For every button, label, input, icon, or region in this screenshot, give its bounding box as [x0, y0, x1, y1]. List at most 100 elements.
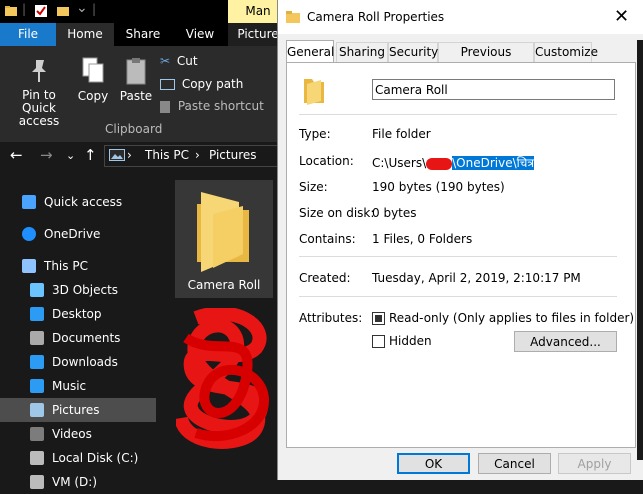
dialog-titlebar: Camera Roll Properties ✕: [278, 0, 643, 34]
tab-previous-versions[interactable]: Previous Versions: [438, 42, 534, 78]
cloud-icon: [22, 227, 36, 241]
breadcrumb-separator-icon: ›: [127, 148, 132, 162]
readonly-label[interactable]: Read-only (Only applies to files in fold…: [389, 311, 634, 325]
nav-item-label: OneDrive: [44, 227, 101, 241]
location-value[interactable]: C:\Users\ \OneDrive\चित्र: [372, 154, 534, 171]
music-note-icon: [30, 379, 44, 393]
scissors-icon: ✂: [160, 54, 171, 68]
copy-path-label: Copy path: [181, 77, 244, 91]
nav-item-onedrive[interactable]: OneDrive: [0, 222, 156, 246]
nav-item-pictures[interactable]: Pictures: [0, 398, 156, 422]
nav-item-label: Quick access: [44, 195, 123, 209]
navigation-pane: Quick access OneDrive This PC 3D Objects Des…: [0, 180, 156, 489]
up-arrow-icon[interactable]: ↑: [84, 146, 97, 164]
nav-item-this-pc[interactable]: This PC: [0, 254, 156, 278]
forward-arrow-icon[interactable]: →: [40, 146, 53, 164]
tab-security[interactable]: Security: [388, 42, 438, 62]
advanced-button[interactable]: Advanced...: [514, 331, 617, 352]
readonly-checkbox[interactable]: [372, 312, 385, 325]
nav-item-documents[interactable]: Documents: [0, 326, 156, 350]
close-icon[interactable]: ✕: [614, 6, 629, 27]
size-on-disk-value: 0 bytes: [372, 206, 417, 220]
general-panel: Camera Roll Type: File folder Location: …: [286, 62, 636, 448]
nav-item-label: Pictures: [52, 403, 100, 417]
type-value: File folder: [372, 127, 431, 141]
new-folder-icon[interactable]: [56, 4, 70, 18]
location-prefix: C:\Users\: [372, 156, 427, 170]
pictures-location-icon: [109, 149, 125, 161]
copy-path-icon: [160, 79, 175, 90]
nav-item-quick-access[interactable]: Quick access: [0, 190, 156, 214]
folder-icon: [5, 6, 17, 16]
film-icon: [30, 427, 44, 441]
pin-to-quick-access-button[interactable]: Pin to Quick access: [4, 58, 74, 128]
size-on-disk-label: Size on disk:: [299, 206, 375, 220]
nav-item-downloads[interactable]: Downloads: [0, 350, 156, 374]
copy-icon: [82, 57, 104, 83]
nav-item-videos[interactable]: Videos: [0, 422, 156, 446]
redaction-mark: [426, 157, 453, 170]
customize-toolbar-chevron-icon[interactable]: ⌄: [76, 0, 88, 16]
contains-label: Contains:: [299, 232, 356, 246]
cancel-button[interactable]: Cancel: [478, 453, 551, 474]
nav-item-label: Music: [52, 379, 87, 393]
pictures-icon: [30, 403, 44, 417]
paste-button[interactable]: Paste: [118, 56, 154, 103]
titlebar-divider: |: [92, 2, 97, 16]
pin-label: Pin to Quick access: [18, 88, 60, 128]
tab-share[interactable]: Share: [114, 23, 172, 46]
location-selected-text: \OneDrive\चित्र: [452, 156, 534, 170]
nav-item-label: VM (D:): [52, 475, 98, 489]
nav-item-label: Local Disk (C:): [52, 451, 139, 465]
nav-item-music[interactable]: Music: [0, 374, 156, 398]
nav-item-label: 3D Objects: [52, 283, 119, 297]
paste-shortcut-button[interactable]: Paste shortcut: [160, 99, 264, 113]
nav-item-label: Desktop: [52, 307, 102, 321]
address-input[interactable]: › This PC › Pictures: [104, 145, 286, 167]
tab-sharing[interactable]: Sharing: [336, 42, 388, 62]
copy-path-button[interactable]: Copy path: [160, 77, 243, 91]
attributes-label: Attributes:: [299, 311, 363, 325]
nav-item-vm-d[interactable]: VM (D:): [0, 470, 156, 494]
breadcrumb-separator-icon: ›: [195, 148, 200, 162]
folder-icon: [304, 79, 324, 105]
nav-item-desktop[interactable]: Desktop: [0, 302, 156, 326]
clipboard-group-label: Clipboard: [105, 122, 163, 136]
computer-icon: [22, 259, 36, 273]
created-label: Created:: [299, 271, 351, 285]
breadcrumb-pictures[interactable]: Pictures: [209, 148, 257, 162]
copy-button[interactable]: Copy: [76, 56, 110, 103]
separator: [299, 256, 617, 257]
folder-icon: [286, 11, 300, 23]
tab-general[interactable]: General: [286, 40, 334, 63]
nav-item-3d-objects[interactable]: 3D Objects: [0, 278, 156, 302]
tab-customize[interactable]: Customize: [534, 42, 598, 62]
tab-view[interactable]: View: [172, 23, 228, 46]
navigation-scrollbar[interactable]: [156, 180, 164, 480]
properties-check-icon[interactable]: [34, 4, 48, 18]
copy-label: Copy: [77, 89, 109, 103]
tab-home[interactable]: Home: [56, 23, 114, 46]
back-arrow-icon[interactable]: ←: [10, 146, 23, 164]
nav-item-local-disk-c[interactable]: Local Disk (C:): [0, 446, 156, 470]
breadcrumb-this-pc[interactable]: This PC: [145, 148, 189, 162]
indeterminate-mark: [375, 315, 382, 322]
recent-locations-chevron-icon[interactable]: ⌄: [66, 149, 75, 162]
folder-name-input[interactable]: Camera Roll: [372, 79, 615, 100]
redaction-scribble: [176, 308, 269, 449]
apply-button[interactable]: Apply: [558, 453, 631, 474]
cut-button[interactable]: ✂ Cut: [160, 54, 198, 68]
size-value: 190 bytes (190 bytes): [372, 180, 505, 194]
nav-item-label: Videos: [52, 427, 92, 441]
separator: [299, 296, 617, 297]
paste-label: Paste: [119, 89, 153, 103]
hidden-checkbox[interactable]: [372, 335, 385, 348]
properties-dialog: Camera Roll Properties ✕ General Sharing…: [277, 0, 643, 480]
camera-roll-folder-tile[interactable]: Camera Roll: [175, 180, 273, 298]
paste-shortcut-label: Paste shortcut: [177, 99, 264, 113]
hidden-label[interactable]: Hidden: [389, 334, 432, 348]
location-label: Location:: [299, 154, 354, 168]
tab-file[interactable]: File: [0, 23, 56, 46]
clipboard-icon: [126, 58, 146, 85]
ok-button[interactable]: OK: [397, 453, 470, 474]
